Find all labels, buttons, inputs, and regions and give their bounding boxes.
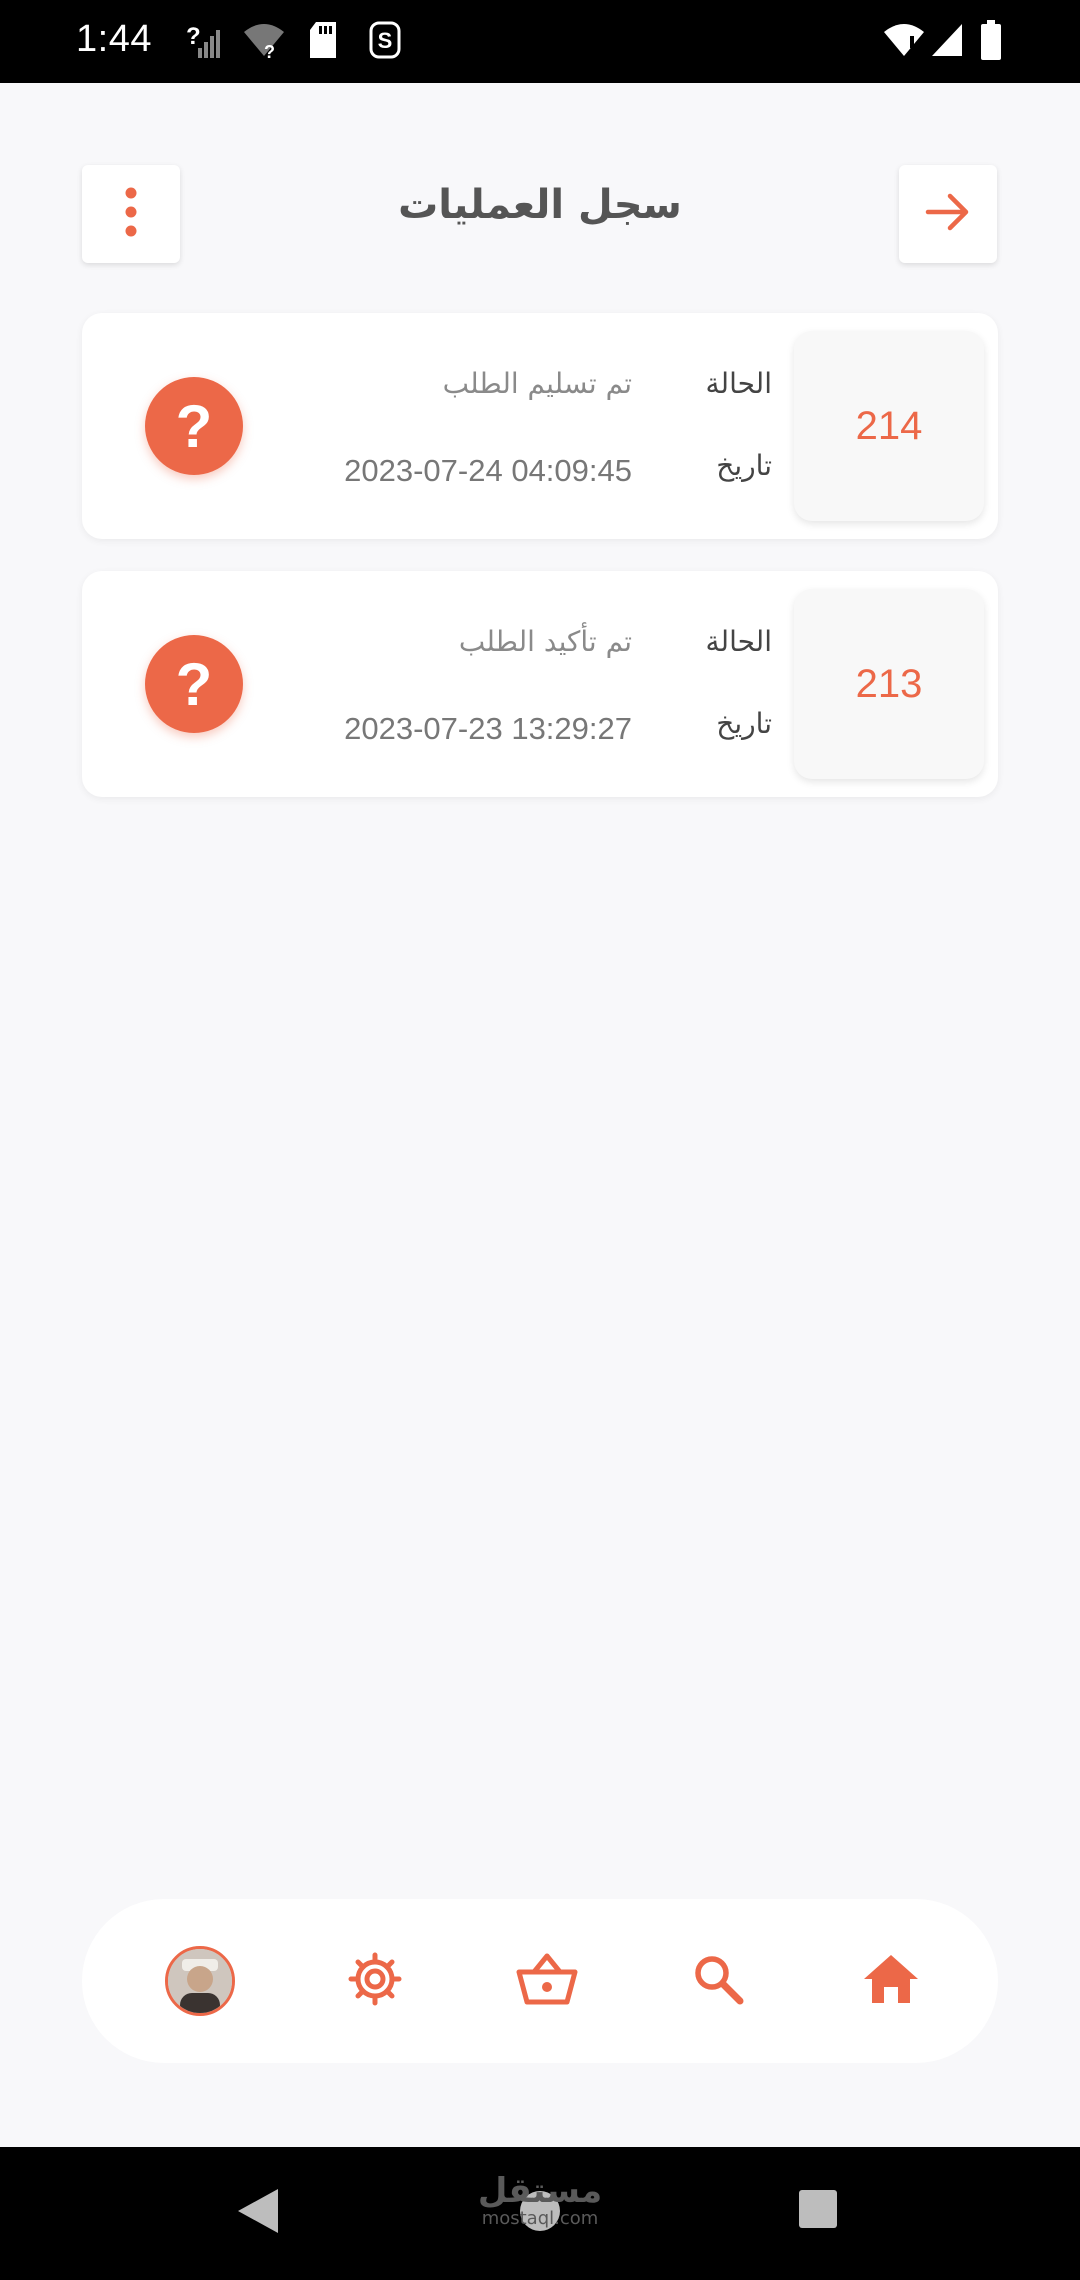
watermark: مستقل mostaql.com [470, 2173, 610, 2229]
recents-square-icon[interactable] [798, 2189, 838, 2233]
nav-basket[interactable] [509, 1943, 585, 2019]
watermark-latin: mostaql.com [481, 2208, 599, 2229]
bottom-navigation [82, 1899, 998, 2063]
back-button[interactable] [899, 165, 997, 263]
status-value: تم تسليم الطلب [442, 367, 632, 400]
svg-text:?: ? [264, 42, 275, 60]
basket-icon [516, 1952, 578, 2010]
app-s-icon: S [368, 20, 402, 64]
search-icon [690, 1951, 746, 2011]
status-bar: 1:44 ? ? S [0, 0, 1080, 83]
operation-card[interactable]: 214 الحالة تم تسليم الطلب تاريخ 2023-07-… [82, 313, 998, 539]
watermark-arabic: مستقل [477, 2171, 603, 2211]
arrow-right-icon [924, 192, 972, 236]
svg-text:?: ? [186, 23, 201, 50]
settings-icon [346, 1950, 404, 2012]
wifi-alert-icon [882, 20, 926, 64]
back-triangle-icon[interactable] [236, 2187, 280, 2239]
nav-home[interactable] [853, 1943, 929, 2019]
status-label: الحالة [705, 625, 772, 658]
date-label: تاريخ [716, 707, 772, 740]
system-navigation-bar: مستقل mostaql.com [0, 2147, 1080, 2280]
home-icon [862, 1953, 920, 2009]
wifi-unknown-icon: ? [242, 20, 286, 64]
nav-settings[interactable] [337, 1943, 413, 2019]
order-id: 213 [794, 589, 984, 779]
nav-profile[interactable] [162, 1943, 238, 2019]
status-time: 1:44 [76, 18, 152, 60]
operation-card[interactable]: 213 الحالة تم تأكيد الطلب تاريخ 2023-07-… [82, 571, 998, 797]
status-value: تم تأكيد الطلب [458, 625, 632, 658]
cell-signal-icon [930, 20, 964, 64]
signal-unknown-icon: ? [186, 20, 222, 64]
date-value: 2023-07-23 13:29:27 [344, 711, 632, 746]
question-icon[interactable]: ? [145, 377, 243, 475]
battery-icon [980, 20, 1002, 64]
profile-avatar [165, 1946, 235, 2016]
status-label: الحالة [705, 367, 772, 400]
nav-search[interactable] [680, 1943, 756, 2019]
svg-text:S: S [378, 28, 393, 53]
date-value: 2023-07-24 04:09:45 [344, 453, 632, 488]
sd-card-icon [308, 20, 338, 64]
question-icon[interactable]: ? [145, 635, 243, 733]
date-label: تاريخ [716, 449, 772, 482]
order-id: 214 [794, 331, 984, 521]
